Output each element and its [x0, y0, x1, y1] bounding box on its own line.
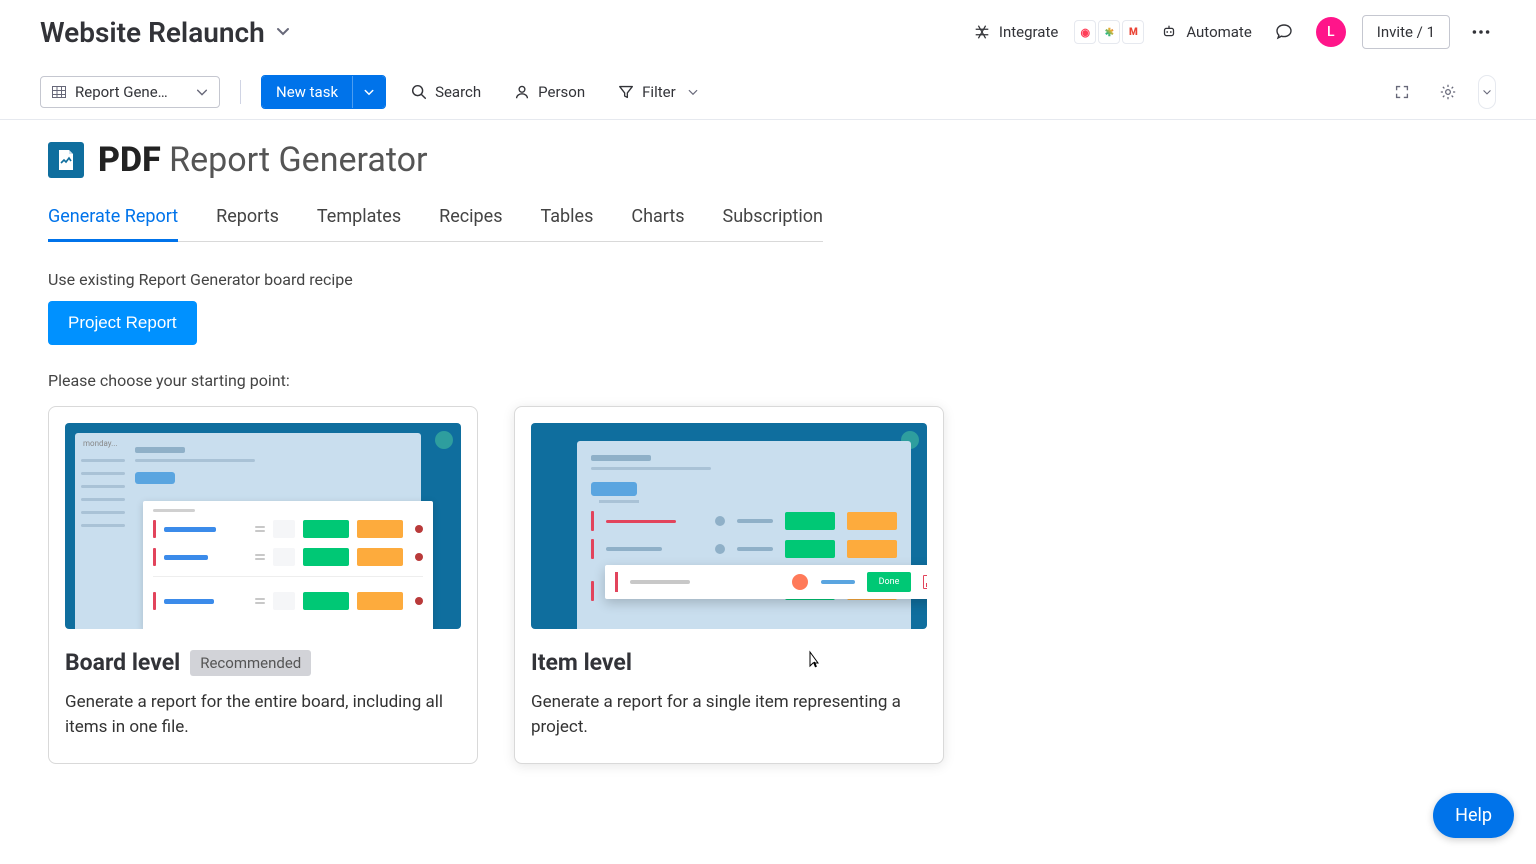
card-board-desc: Generate a report for the entire board, … — [65, 690, 461, 739]
item-level-preview: Done — [531, 423, 927, 629]
help-button[interactable]: Help — [1433, 793, 1514, 838]
expand-icon — [1393, 83, 1411, 101]
avatar[interactable]: L — [1316, 17, 1346, 47]
chat-icon — [1274, 22, 1294, 42]
automate-button[interactable]: Automate — [1160, 23, 1251, 41]
board-title[interactable]: Website Relaunch — [40, 16, 291, 49]
recipe-prompt: Use existing Report Generator board reci… — [48, 270, 1488, 289]
integration-mini-icons[interactable]: ◉ ✱ M — [1074, 20, 1144, 44]
chevron-down-icon — [363, 86, 375, 98]
project-report-button[interactable]: Project Report — [48, 301, 197, 345]
gear-icon — [1439, 83, 1457, 101]
card-item-level[interactable]: Done Item level Generate a report for a … — [514, 406, 944, 764]
collapse-button[interactable] — [1478, 75, 1496, 109]
settings-button[interactable] — [1432, 76, 1464, 108]
filter-icon — [617, 83, 635, 101]
chevron-down-icon — [275, 24, 291, 40]
separator — [240, 80, 241, 104]
tab-bar: Generate Report Reports Templates Recipe… — [48, 206, 823, 242]
board-level-preview: monday... — [65, 423, 461, 629]
recommended-badge: Recommended — [190, 650, 311, 676]
search-icon — [410, 83, 428, 101]
tab-charts[interactable]: Charts — [631, 206, 684, 241]
app-title: PDF Report Generator — [48, 140, 1488, 180]
tab-tables[interactable]: Tables — [541, 206, 594, 241]
card-board-title: Board level Recommended — [65, 649, 461, 676]
automate-icon — [1160, 23, 1178, 41]
search-button[interactable]: Search — [402, 77, 489, 107]
chevron-down-icon — [195, 85, 209, 99]
chevron-down-icon — [1482, 87, 1492, 97]
fullscreen-button[interactable] — [1386, 76, 1418, 108]
view-selector[interactable]: Report Gene… — [40, 76, 220, 108]
tab-subscription[interactable]: Subscription — [723, 206, 824, 241]
monday-icon: ◉ — [1074, 20, 1096, 44]
gmail-icon: M — [1122, 20, 1144, 44]
invite-button[interactable]: Invite / 1 — [1362, 15, 1450, 49]
new-task-dropdown[interactable] — [352, 76, 385, 108]
filter-button[interactable]: Filter — [609, 77, 707, 107]
tab-generate-report[interactable]: Generate Report — [48, 206, 178, 242]
new-task-button[interactable]: New task — [261, 75, 386, 109]
card-board-level[interactable]: monday... Board level Recomm — [48, 406, 478, 764]
board-title-text: Website Relaunch — [40, 16, 265, 49]
chat-button[interactable] — [1268, 16, 1300, 48]
integrate-icon — [973, 23, 991, 41]
automate-label: Automate — [1186, 23, 1251, 41]
tab-reports[interactable]: Reports — [216, 206, 279, 241]
integrate-button[interactable]: Integrate — [973, 23, 1058, 41]
table-icon — [51, 84, 67, 100]
tab-templates[interactable]: Templates — [317, 206, 401, 241]
more-icon — [1470, 21, 1492, 43]
card-item-title: Item level — [531, 649, 927, 676]
person-icon — [513, 83, 531, 101]
slack-icon: ✱ — [1098, 20, 1120, 44]
tab-recipes[interactable]: Recipes — [439, 206, 502, 241]
integrate-label: Integrate — [999, 23, 1058, 41]
new-task-label[interactable]: New task — [262, 76, 352, 108]
more-menu-button[interactable] — [1466, 17, 1496, 47]
chevron-down-icon — [687, 86, 699, 98]
pdf-app-logo-icon — [48, 142, 84, 178]
choose-prompt: Please choose your starting point: — [48, 371, 1488, 390]
person-button[interactable]: Person — [505, 77, 593, 107]
view-label: Report Gene… — [75, 83, 187, 101]
card-item-desc: Generate a report for a single item repr… — [531, 690, 927, 739]
